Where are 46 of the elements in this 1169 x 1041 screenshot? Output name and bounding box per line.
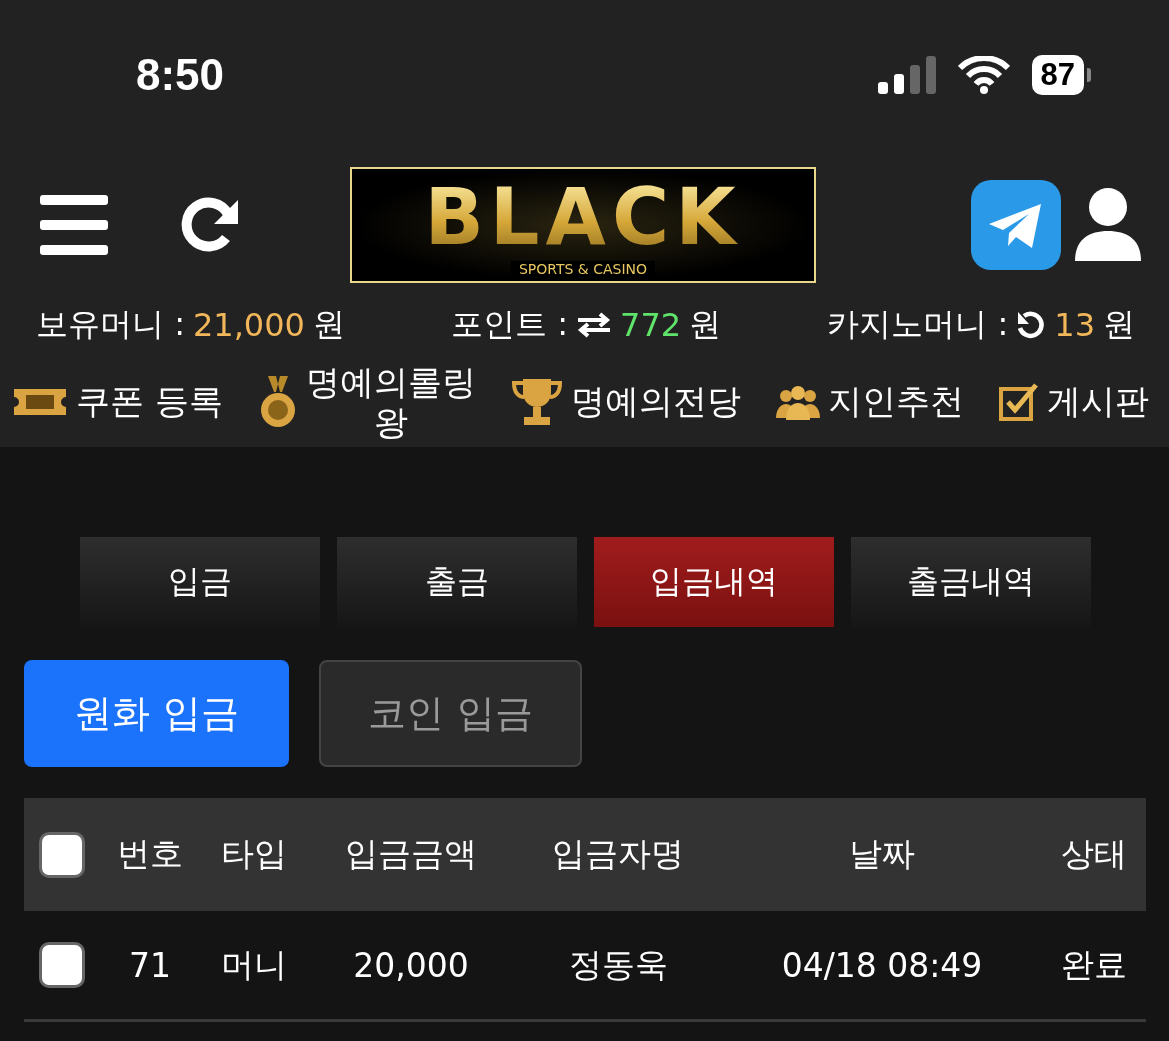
- refresh-icon: [1016, 310, 1047, 340]
- status-time: 8:50: [136, 50, 225, 100]
- column-header: 날짜: [848, 833, 916, 875]
- deposit-type-button[interactable]: 코인 입금: [319, 660, 582, 767]
- checklist-icon: [999, 383, 1039, 421]
- column-header: 번호: [116, 833, 184, 875]
- deposit-type-button[interactable]: 원화 입금: [24, 660, 289, 767]
- row-checkbox[interactable]: [39, 942, 85, 988]
- table-cell-text: 71: [128, 945, 172, 985]
- currency-unit: 원: [689, 304, 722, 345]
- balance-label: 포인트 :: [451, 304, 569, 345]
- user-icon[interactable]: [1075, 187, 1141, 263]
- balance-label: 카지노머니 :: [827, 304, 1009, 345]
- balance-value: 772: [620, 306, 682, 344]
- table-cell-text: 04/18 08:49: [780, 945, 984, 985]
- refresh-icon[interactable]: [180, 196, 240, 254]
- menu-link[interactable]: 명예의롤링왕: [305, 362, 476, 442]
- menu-link[interactable]: 게시판: [1047, 379, 1149, 425]
- menu-link[interactable]: 지인추천: [827, 379, 964, 425]
- currency-unit: 원: [312, 304, 345, 345]
- table-cell-text: 머니: [220, 943, 288, 986]
- balance-value: 21,000: [192, 306, 305, 344]
- logo[interactable]: BLACK SPORTS & CASINO: [350, 167, 816, 283]
- column-header: 타입: [220, 833, 288, 875]
- column-header: 상태: [1060, 833, 1128, 875]
- telegram-icon[interactable]: [971, 180, 1061, 270]
- logo-subtitle: SPORTS & CASINO: [510, 261, 656, 277]
- swap-icon: [576, 312, 613, 338]
- table-cell-text: 완료: [1060, 943, 1128, 986]
- select-all-checkbox[interactable]: [39, 831, 85, 878]
- wifi-icon: [957, 56, 1010, 94]
- column-header: 입금자명: [551, 833, 685, 875]
- trophy-icon: [510, 377, 563, 427]
- battery-level: 87: [1031, 55, 1084, 95]
- balance-value: 13: [1054, 306, 1095, 344]
- table-cell-text: 20,000: [352, 945, 470, 985]
- column-header: 입금금액: [344, 833, 478, 875]
- menu-link[interactable]: 명예의전당: [570, 379, 741, 425]
- balance-label: 보유머니 :: [36, 304, 185, 345]
- signal-icon: [877, 56, 936, 94]
- menu-icon[interactable]: [40, 195, 108, 255]
- tab[interactable]: 입금내역: [594, 537, 834, 627]
- people-icon: [775, 384, 820, 420]
- menu-link[interactable]: 쿠폰 등록: [76, 379, 223, 425]
- currency-unit: 원: [1103, 304, 1135, 345]
- table-cell-text: 정동욱: [567, 943, 669, 986]
